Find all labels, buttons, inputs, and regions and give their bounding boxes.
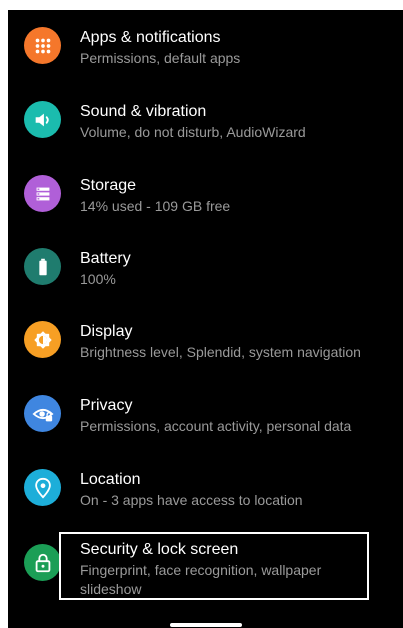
privacy-eye-lock-icon	[24, 395, 61, 432]
navigation-gesture-bar[interactable]	[170, 623, 242, 627]
settings-item-title: Location	[80, 471, 141, 488]
settings-item-subtitle: 100%	[80, 271, 116, 287]
settings-screen: Apps & notifications Permissions, defaul…	[8, 10, 403, 628]
settings-item-title: Apps & notifications	[80, 29, 221, 46]
settings-item-title: Display	[80, 323, 133, 340]
battery-icon	[24, 248, 61, 285]
padlock-icon	[24, 544, 61, 581]
location-pin-icon	[24, 469, 61, 506]
focus-highlight-box	[59, 532, 369, 600]
settings-item-battery[interactable]: Battery 100%	[8, 231, 403, 301]
settings-item-subtitle: Permissions, account activity, personal …	[80, 418, 352, 434]
settings-item-title: Sound & vibration	[80, 103, 207, 120]
settings-item-storage[interactable]: Storage 14% used - 109 GB free	[8, 158, 403, 228]
settings-item-title: Storage	[80, 177, 137, 194]
settings-item-location[interactable]: Location On - 3 apps have access to loca…	[8, 452, 403, 522]
storage-icon	[24, 175, 61, 212]
settings-item-subtitle: Brightness level, Splendid, system navig…	[80, 344, 361, 360]
settings-item-subtitle: Permissions, default apps	[80, 50, 241, 66]
apps-grid-icon	[24, 27, 61, 64]
settings-item-title: Battery	[80, 250, 131, 267]
settings-item-subtitle: Volume, do not disturb, AudioWizard	[80, 124, 306, 140]
settings-item-subtitle: On - 3 apps have access to location	[80, 492, 303, 508]
settings-item-sound-vibration[interactable]: Sound & vibration Volume, do not disturb…	[8, 84, 403, 154]
settings-item-display[interactable]: Display Brightness level, Splendid, syst…	[8, 304, 403, 374]
settings-item-apps-notifications[interactable]: Apps & notifications Permissions, defaul…	[8, 10, 403, 80]
settings-item-privacy[interactable]: Privacy Permissions, account activity, p…	[8, 378, 403, 448]
settings-item-title: Privacy	[80, 397, 133, 414]
settings-item-subtitle: 14% used - 109 GB free	[80, 198, 231, 214]
brightness-icon	[24, 321, 61, 358]
speaker-icon	[24, 101, 61, 138]
